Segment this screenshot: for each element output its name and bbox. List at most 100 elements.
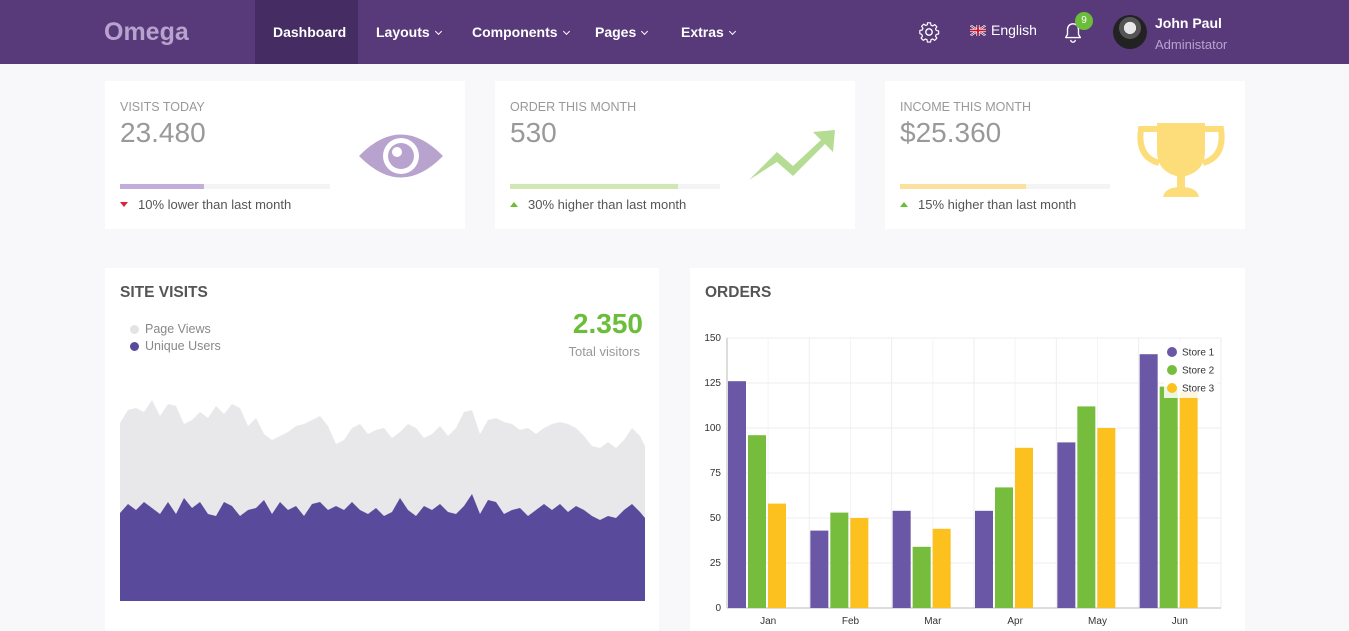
nav-extras[interactable]: Extras [663, 0, 753, 64]
total-visitors-label: Total visitors [568, 344, 640, 359]
gear-icon[interactable] [918, 21, 940, 43]
legend-label: Store 2 [1182, 366, 1215, 377]
nav-layouts[interactable]: Layouts [358, 0, 459, 64]
chevron-down-icon [434, 27, 442, 36]
nav-label: Pages [595, 24, 637, 40]
nav-components[interactable]: Components [454, 0, 587, 64]
bar-store-2-jan [748, 435, 766, 608]
x-tick-label: Jun [1172, 616, 1188, 627]
orders-bar-chart: 0 25 50 75 100 125 150 Jan Feb Mar Apr May Jun Store … [704, 333, 1222, 627]
trend-text: 15% higher than last month [900, 197, 1076, 212]
stat-label: Visits Today [120, 100, 205, 114]
bar-store-2-mar [912, 546, 931, 608]
y-tick-label: 0 [715, 603, 721, 614]
x-tick-label: Mar [924, 616, 942, 627]
x-tick-label: Jan [760, 616, 776, 627]
site-visits-panel: SITE VISITS Page Views Unique Users 2.35… [105, 268, 659, 631]
language-label: English [991, 22, 1037, 38]
progress-fill [900, 184, 1026, 189]
chevron-down-icon [728, 27, 736, 36]
trend-up-icon [749, 130, 835, 180]
trend-label: 10% lower than last month [138, 197, 292, 212]
bar-store-1-mar [892, 510, 911, 608]
arrow-up-icon [900, 202, 908, 207]
bar-store-3-jun [1179, 392, 1198, 608]
legend-label: Store 1 [1182, 348, 1215, 359]
stat-card-orders: Order This Month 530 30% higher than las… [495, 81, 855, 229]
bar-store-2-feb [830, 512, 849, 608]
legend-unique-users[interactable]: Unique Users [130, 339, 221, 353]
bar-store-1-apr [975, 510, 993, 608]
y-tick-label: 75 [710, 468, 722, 479]
nav-dashboard[interactable]: Dashboard [255, 0, 358, 64]
panel-title: SITE VISITS [120, 284, 208, 301]
bar-store-2-may [1077, 406, 1096, 608]
legend-dot [1167, 365, 1177, 375]
avatar[interactable] [1113, 15, 1147, 49]
y-tick-label: 25 [710, 558, 722, 569]
chevron-down-icon [641, 27, 649, 36]
stat-label: Order This Month [510, 100, 637, 114]
stat-value: 23.480 [120, 117, 206, 148]
trophy-icon [1137, 123, 1225, 197]
progress-fill [510, 184, 678, 189]
total-visitors-value: 2.350 [572, 308, 643, 339]
bar-store-3-feb [850, 518, 869, 608]
orders-panel: ORDERS 0 25 50 75 100 125 150 Jan Feb Mar Apr May Ju… [690, 268, 1245, 631]
brand-logo[interactable]: Omega [104, 18, 189, 47]
bar-store-2-apr [995, 487, 1013, 608]
stat-card-income: Income This Month $25.360 15% higher tha… [885, 81, 1245, 229]
y-tick-label: 150 [704, 333, 721, 344]
bar-store-1-jan [728, 381, 746, 608]
uk-flag-icon [970, 25, 986, 36]
trend-text: 30% higher than last month [510, 197, 686, 212]
x-tick-label: May [1088, 616, 1107, 627]
legend-label: Store 3 [1182, 384, 1215, 395]
nav-pages[interactable]: Pages [577, 0, 665, 64]
trend-text: 10% lower than last month [120, 197, 291, 212]
bar-store-1-jun [1139, 354, 1158, 608]
bar-store-3-may [1097, 428, 1116, 608]
legend-label: Unique Users [145, 339, 221, 353]
x-tick-label: Apr [1007, 616, 1023, 627]
arrow-down-icon [120, 202, 128, 207]
stat-value: $25.360 [900, 117, 1002, 148]
bar-store-1-feb [810, 530, 829, 608]
legend-dot [1167, 383, 1177, 393]
progress-fill [120, 184, 204, 189]
x-tick-label: Feb [842, 616, 860, 627]
user-role: Administator [1155, 37, 1228, 52]
legend-dot [1167, 347, 1177, 357]
bar-store-1-may [1057, 442, 1076, 608]
bar-store-2-jun [1159, 386, 1178, 608]
nav-label: Components [472, 24, 558, 40]
progress-track [120, 184, 330, 189]
legend-page-views[interactable]: Page Views [130, 322, 211, 336]
notification-badge: 9 [1075, 12, 1093, 30]
bar-store-3-jan [768, 503, 786, 608]
y-tick-label: 100 [704, 423, 721, 434]
nav-label: Extras [681, 24, 724, 40]
bar-store-3-apr [1015, 447, 1033, 608]
stat-value: 530 [510, 117, 557, 148]
legend-dot [130, 342, 139, 351]
stat-card-visits: Visits Today 23.480 10% lower than last … [105, 81, 465, 229]
trend-label: 30% higher than last month [528, 197, 687, 212]
stat-label: Income This Month [900, 100, 1032, 114]
progress-track [900, 184, 1110, 189]
trend-label: 15% higher than last month [918, 197, 1077, 212]
nav-label: Layouts [376, 24, 430, 40]
chevron-down-icon [562, 27, 570, 36]
bar-store-3-mar [932, 528, 951, 608]
progress-track [510, 184, 720, 189]
user-name[interactable]: John Paul [1155, 15, 1222, 31]
legend-label: Page Views [145, 322, 211, 336]
language-selector[interactable]: English [970, 22, 1037, 38]
site-visits-area-chart [120, 400, 645, 601]
y-tick-label: 125 [704, 378, 721, 389]
legend-dot [130, 325, 139, 334]
y-tick-label: 50 [710, 513, 722, 524]
eye-icon [359, 134, 443, 178]
arrow-up-icon [510, 202, 518, 207]
top-navbar: Omega Dashboard Layouts Components Pages… [0, 0, 1349, 64]
